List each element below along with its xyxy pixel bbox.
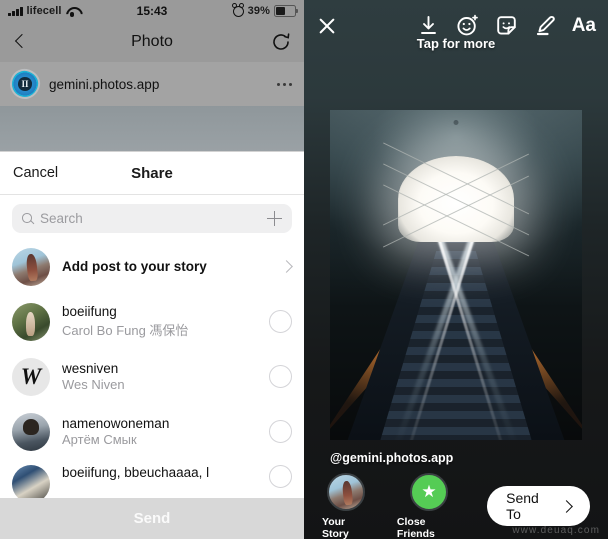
battery-percent-label: 39% bbox=[247, 5, 270, 17]
search-section: Search bbox=[0, 195, 304, 239]
app-name-label: gemini.photos.app bbox=[49, 76, 160, 92]
navigation-bar: Photo bbox=[0, 22, 304, 62]
list-item[interactable]: boeiifung, bbeuchaaaa, l bbox=[0, 459, 304, 499]
share-target-list: Add post to your story boeiifung Carol B… bbox=[0, 239, 304, 499]
dimmed-photo-backdrop bbox=[0, 106, 304, 151]
list-item-title: namenowoneman bbox=[62, 416, 170, 431]
star-glyph: ★ bbox=[421, 482, 437, 501]
ceiling-fixture bbox=[453, 119, 459, 125]
right-screen-story-editor: Aa Tap for more @gemini.photos.app Your … bbox=[304, 0, 608, 539]
left-screen-share-sheet: lifecell 15:43 39% Photo gemini.phot bbox=[0, 0, 304, 539]
share-sheet-header: Cancel Share bbox=[0, 152, 304, 195]
select-radio[interactable] bbox=[269, 310, 292, 333]
status-bar: lifecell 15:43 39% bbox=[0, 0, 304, 22]
your-story-avatar bbox=[327, 472, 366, 511]
watermark: www.deuaq.com bbox=[512, 525, 600, 536]
list-item-title: boeiifung, bbeuchaaaa, l bbox=[62, 465, 210, 480]
app-identity-bar: gemini.photos.app bbox=[0, 62, 304, 106]
status-bar-right: 39% bbox=[232, 3, 298, 17]
account-handle-label: @gemini.photos.app bbox=[330, 451, 454, 465]
select-radio[interactable] bbox=[269, 365, 292, 388]
list-item[interactable]: boeiifung Carol Bo Fung 馮保怡 bbox=[0, 294, 304, 349]
refresh-button[interactable] bbox=[270, 31, 292, 53]
list-item[interactable]: Add post to your story bbox=[0, 239, 304, 294]
tunnel-exit-light bbox=[382, 142, 530, 257]
chevron-right-icon[interactable] bbox=[280, 261, 292, 273]
namenowoneman-avatar bbox=[12, 412, 50, 451]
text-aa-icon[interactable]: Aa bbox=[572, 13, 596, 38]
list-item-text: boeiifung, bbeuchaaaa, l bbox=[62, 465, 257, 480]
boeiifung-avatar bbox=[12, 302, 50, 341]
plus-icon[interactable] bbox=[267, 211, 282, 226]
close-friends-label: Close Friends bbox=[396, 515, 435, 539]
list-item-text: Add post to your story bbox=[62, 259, 268, 274]
boeiifung-bbeuchaaaa-avatar bbox=[12, 465, 50, 499]
chevron-right-icon bbox=[561, 501, 571, 512]
list-item-text: namenowoneman Артём Смык bbox=[62, 416, 257, 447]
list-item[interactable]: namenowoneman Артём Смык bbox=[0, 404, 304, 459]
back-button[interactable] bbox=[12, 34, 28, 50]
wesniven-avatar bbox=[12, 357, 50, 396]
share-sheet-title: Share bbox=[131, 164, 173, 182]
tap-for-more-hint: Tap for more bbox=[416, 36, 496, 51]
story-photo-preview[interactable] bbox=[330, 110, 582, 440]
your-story-label: Your Story bbox=[322, 515, 349, 539]
search-bar[interactable]: Search bbox=[12, 204, 292, 233]
list-item-title: boeiifung bbox=[62, 304, 117, 319]
page-title: Photo bbox=[131, 33, 173, 50]
select-radio[interactable] bbox=[269, 465, 292, 488]
download-icon[interactable] bbox=[416, 13, 441, 38]
battery-icon bbox=[274, 5, 298, 17]
close-icon[interactable] bbox=[316, 15, 338, 37]
list-item-subtitle: Carol Bo Fung 馮保怡 bbox=[62, 323, 189, 338]
list-item-subtitle: Wes Niven bbox=[62, 377, 125, 392]
dual-screen-comparison: lifecell 15:43 39% Photo gemini.phot bbox=[0, 0, 608, 539]
list-item-text: wesniven Wes Niven bbox=[62, 361, 257, 392]
select-radio[interactable] bbox=[269, 420, 292, 443]
your-story-avatar bbox=[12, 247, 50, 286]
list-item-subtitle: Артём Смык bbox=[62, 432, 137, 447]
list-item[interactable]: wesniven Wes Niven bbox=[0, 349, 304, 404]
your-story-destination[interactable]: Your Story bbox=[322, 472, 371, 539]
send-button-label: Send bbox=[133, 510, 171, 527]
search-input[interactable]: Search bbox=[40, 211, 260, 226]
sticker-face-icon[interactable] bbox=[455, 13, 480, 38]
search-icon bbox=[22, 213, 33, 224]
close-friends-star-icon: ★ bbox=[410, 472, 449, 511]
send-to-label: Send To bbox=[506, 490, 539, 522]
share-sheet: Cancel Share Search Add post to your sto… bbox=[0, 151, 304, 499]
list-item-text: boeiifung Carol Bo Fung 馮保怡 bbox=[62, 304, 257, 339]
more-horizontal-icon[interactable] bbox=[277, 82, 292, 86]
close-friends-destination[interactable]: ★ Close Friends bbox=[396, 472, 461, 539]
sticker-square-icon[interactable] bbox=[494, 13, 519, 38]
send-to-button[interactable]: Send To bbox=[487, 486, 590, 526]
escalator-tunnel-photo bbox=[330, 110, 582, 440]
story-tool-group: Aa bbox=[416, 13, 596, 38]
list-item-title: wesniven bbox=[62, 361, 119, 376]
story-toolbar: Aa Tap for more bbox=[304, 0, 608, 74]
list-item-title: Add post to your story bbox=[62, 259, 207, 274]
send-button[interactable]: Send bbox=[0, 498, 304, 539]
alarm-clock-icon bbox=[232, 3, 245, 17]
gemini-photos-app-icon bbox=[9, 68, 41, 100]
draw-pen-icon[interactable] bbox=[533, 13, 558, 38]
